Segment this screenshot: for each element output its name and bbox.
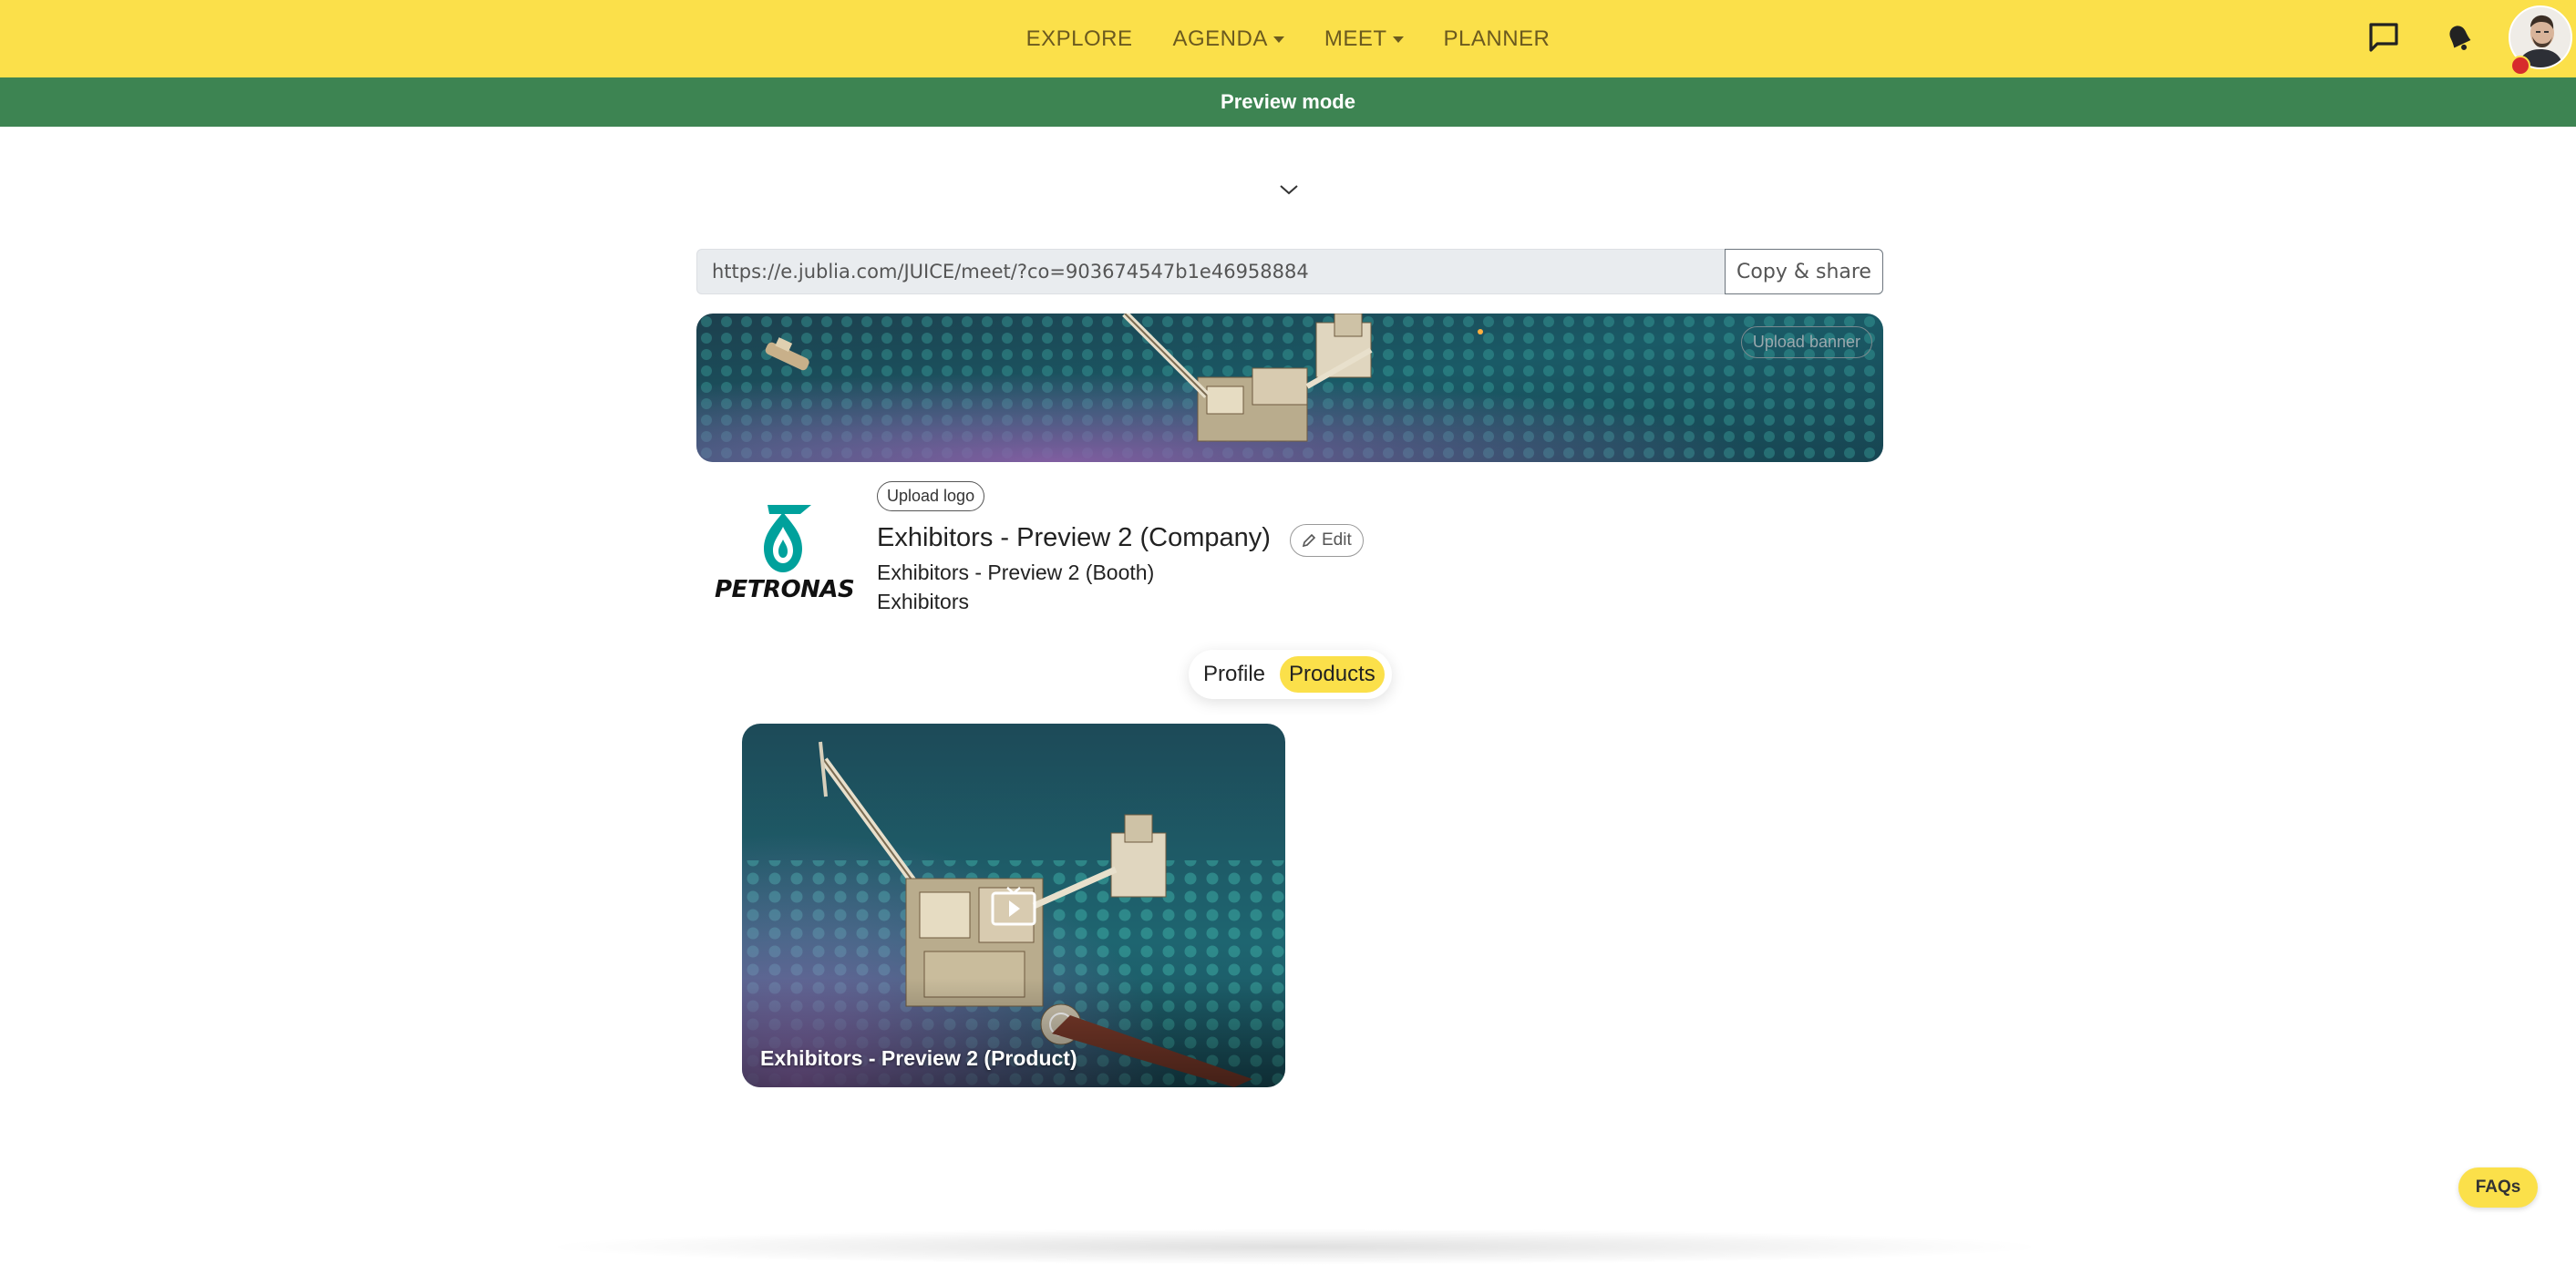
tab-products[interactable]: Products	[1280, 656, 1385, 693]
copy-share-button[interactable]: Copy & share	[1725, 249, 1883, 294]
preview-mode-label: Preview mode	[1221, 90, 1355, 113]
main-nav: EXPLORE AGENDA MEET PLANNER	[0, 0, 2576, 77]
nav-agenda[interactable]: AGENDA	[1152, 26, 1303, 52]
faqs-button[interactable]: FAQs	[2458, 1167, 2538, 1208]
edit-company-button[interactable]: Edit	[1290, 524, 1364, 557]
profile-tabs: Profile Products	[1189, 650, 1392, 699]
footer-shadow	[538, 1229, 2051, 1265]
nav-meet[interactable]: MEET	[1304, 26, 1424, 52]
product-title: Exhibitors - Preview 2 (Product)	[760, 1046, 1077, 1070]
top-navigation-bar: EXPLORE AGENDA MEET PLANNER	[0, 0, 2576, 77]
notification-bell-icon[interactable]	[2438, 16, 2480, 58]
status-dot	[2510, 56, 2530, 76]
petronas-logo-icon	[764, 505, 811, 572]
tab-profile[interactable]: Profile	[1196, 656, 1273, 693]
nav-explore[interactable]: EXPLORE	[1006, 26, 1153, 52]
edit-label: Edit	[1322, 530, 1352, 550]
banner-image	[696, 314, 1883, 462]
nav-meet-label: MEET	[1324, 26, 1387, 51]
product-card[interactable]: Exhibitors - Preview 2 (Product)	[742, 724, 1285, 1087]
chat-icon[interactable]	[2363, 16, 2405, 58]
share-url-input[interactable]	[696, 249, 1725, 294]
nav-agenda-label: AGENDA	[1172, 26, 1268, 51]
caret-down-icon	[1392, 36, 1404, 43]
upload-banner-button[interactable]: Upload banner	[1740, 326, 1872, 358]
caret-down-icon	[1273, 36, 1284, 43]
logo-wordmark: PETRONAS	[715, 576, 855, 603]
upload-logo-button[interactable]: Upload logo	[877, 481, 985, 511]
company-banner: Upload banner	[696, 314, 1883, 462]
nav-explore-label: EXPLORE	[1025, 26, 1133, 51]
company-category: Exhibitors	[877, 590, 969, 613]
pencil-icon	[1302, 533, 1316, 548]
preview-mode-bar: Preview mode	[0, 77, 2576, 127]
company-booth: Exhibitors - Preview 2 (Booth)	[877, 561, 1155, 584]
chevron-down-icon[interactable]	[1278, 179, 1300, 201]
share-url-group: Copy & share	[696, 249, 1883, 294]
nav-planner[interactable]: PLANNER	[1424, 26, 1571, 52]
company-logo: PETRONAS	[715, 499, 855, 609]
company-name: Exhibitors - Preview 2 (Company)	[877, 523, 1271, 552]
play-video-icon	[991, 887, 1036, 926]
nav-planner-label: PLANNER	[1443, 26, 1551, 51]
